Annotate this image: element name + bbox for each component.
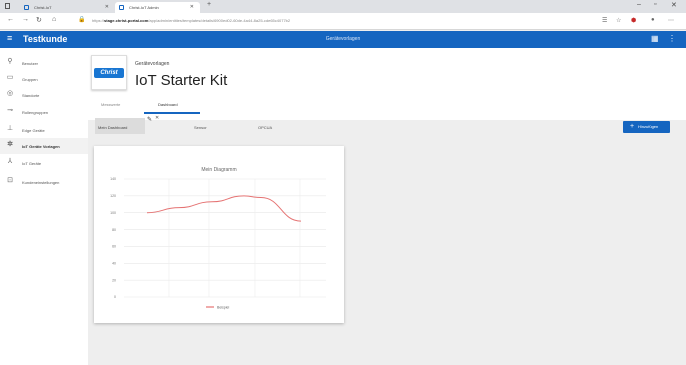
- location-icon: ◎: [6, 90, 14, 97]
- breadcrumb[interactable]: Gerätevorlagen: [135, 61, 169, 67]
- template-icon: ✲: [7, 141, 13, 148]
- forward-icon[interactable]: →: [22, 16, 29, 23]
- chart-grid: [124, 178, 326, 298]
- grid-view-icon[interactable]: ▦: [651, 34, 659, 43]
- y-tick-label: 140: [110, 177, 116, 181]
- url-field[interactable]: https://stage.christ-portal.com/app/admi…: [92, 18, 290, 23]
- reload-icon[interactable]: ↻: [36, 16, 42, 24]
- sidebar-item-kundeneinstellungen[interactable]: ⊡ Kundeneinstellungen: [0, 174, 88, 190]
- sidebar-item-standorte[interactable]: ◎ Standorte: [0, 87, 88, 103]
- active-tab-indicator: [144, 112, 200, 114]
- tab-messwerte[interactable]: Messwerte: [101, 102, 120, 107]
- close-window-icon[interactable]: ✕: [671, 1, 677, 9]
- back-icon[interactable]: ←: [7, 16, 14, 23]
- subtab-mein-dashboard[interactable]: Mein Dashboard: [95, 118, 145, 134]
- address-bar: ← → ↻ ⌂ 🔒 https://stage.christ-portal.co…: [0, 13, 686, 30]
- browser-tab-strip: Christ-IoT ✕ Christ-IoT Admin ✕ + – ▫ ✕: [0, 0, 686, 13]
- sidebar-item-label: Benutzer: [22, 61, 39, 66]
- browser-tab-1[interactable]: Christ-IoT ✕: [20, 2, 115, 13]
- kebab-menu-icon[interactable]: ⋮: [668, 34, 676, 43]
- chart-series: [146, 195, 302, 222]
- subtab-label: Mein Dashboard: [98, 125, 128, 130]
- y-tick-label: 120: [110, 194, 116, 198]
- close-icon[interactable]: ✕: [155, 115, 159, 121]
- browser-tab-2[interactable]: Christ-IoT Admin ✕: [115, 2, 200, 13]
- y-tick-label: 40: [112, 261, 116, 265]
- y-tick-label: 0: [114, 295, 116, 299]
- person-icon: ⚲: [7, 58, 13, 65]
- window-menu-icon[interactable]: [5, 3, 10, 9]
- add-button[interactable]: + Hinzufügen: [623, 121, 670, 133]
- sidebar-item-label: IoT Geräte: [22, 161, 42, 166]
- settings-icon: ⊡: [7, 177, 13, 184]
- edit-icon[interactable]: ✎: [147, 116, 152, 123]
- tab-label: Christ-IoT Admin: [129, 5, 159, 10]
- bookmark-icon[interactable]: ☆: [616, 17, 621, 24]
- home-icon[interactable]: ⌂: [52, 16, 56, 23]
- y-tick-label: 100: [110, 211, 116, 215]
- device-logo: Christ: [91, 55, 127, 90]
- add-button-label: Hinzufügen: [638, 124, 659, 129]
- y-tick-label: 20: [112, 278, 116, 282]
- page-title: Gerätevorlagen: [325, 36, 361, 42]
- chart-legend[interactable]: Beispiel: [206, 305, 229, 309]
- subtab-opcua[interactable]: OPCUA: [258, 125, 272, 130]
- sidebar: ⚲ Benutzer ▭ Gruppen ◎ Standorte ⊸ Rolle…: [0, 48, 88, 365]
- sidebar-item-label: Kundeneinstellungen: [22, 180, 60, 185]
- folder-icon: ▭: [6, 74, 14, 81]
- y-tick-label: 60: [112, 245, 116, 249]
- tab-label: Christ-IoT: [34, 5, 52, 10]
- y-tick-label: 80: [112, 228, 116, 232]
- series-line-beispiel: [146, 195, 302, 222]
- shield-icon[interactable]: ⬢: [631, 17, 636, 24]
- sidebar-item-label: Standorte: [22, 93, 40, 98]
- more-icon[interactable]: ⋯: [668, 17, 674, 24]
- sidebar-item-iot-geraete-vorlagen[interactable]: ✲ IoT Geräte Vorlagen: [0, 138, 88, 154]
- app-header: ≡ Testkunde Gerätevorlagen ▦ ⋮: [0, 31, 686, 48]
- tab-dashboard[interactable]: Dashboard: [158, 102, 178, 107]
- tab-close-icon[interactable]: ✕: [190, 2, 194, 13]
- profile-icon[interactable]: ●: [651, 17, 655, 23]
- sidebar-item-benutzer[interactable]: ⚲ Benutzer: [0, 55, 88, 71]
- chart-card: Mein Diagramm 0 20 40 60 80 100 120 140 Beispie…: [94, 146, 344, 323]
- maximize-icon[interactable]: ▫: [654, 1, 656, 8]
- legend-label[interactable]: Beispiel: [217, 305, 229, 309]
- chart-title: Mein Diagramm: [201, 167, 236, 173]
- favicon-icon: [119, 5, 124, 10]
- lock-icon: 🔒: [78, 17, 86, 23]
- sidebar-item-iot-geraete[interactable]: ⅄ IoT Geräte: [0, 155, 88, 171]
- key-icon: ⊸: [7, 107, 13, 114]
- y-axis-ticks: 0 20 40 60 80 100 120 140: [110, 177, 116, 299]
- subtab-sensor[interactable]: Sensor: [194, 125, 207, 130]
- reader-icon[interactable]: ☰: [602, 17, 607, 24]
- logo-text: Christ: [94, 68, 124, 78]
- sidebar-item-label: Rollengruppen: [22, 110, 49, 115]
- edge-device-icon: ⊥: [6, 125, 14, 132]
- sidebar-item-label: Gruppen: [22, 77, 38, 82]
- line-chart: Mein Diagramm 0 20 40 60 80 100 120 140 Beispie…: [110, 167, 326, 309]
- plus-icon: +: [630, 123, 635, 130]
- sidebar-item-gruppen[interactable]: ▭ Gruppen: [0, 71, 88, 87]
- new-tab-button[interactable]: +: [207, 1, 211, 8]
- minimize-icon[interactable]: –: [637, 1, 641, 8]
- sidebar-item-rollengruppen[interactable]: ⊸ Rollengruppen: [0, 104, 88, 120]
- device-title: IoT Starter Kit: [135, 72, 228, 89]
- sidebar-item-label: IoT Geräte Vorlagen: [22, 144, 60, 149]
- content-header: Christ Gerätevorlagen IoT Starter Kit Me…: [88, 48, 686, 120]
- sidebar-item-label: Edge Geräte: [22, 128, 45, 133]
- favicon-icon: [24, 5, 29, 10]
- device-icon: ⅄: [7, 158, 13, 165]
- tab-close-icon[interactable]: ✕: [105, 2, 109, 13]
- sidebar-item-edge-geraete[interactable]: ⊥ Edge Geräte: [0, 122, 88, 138]
